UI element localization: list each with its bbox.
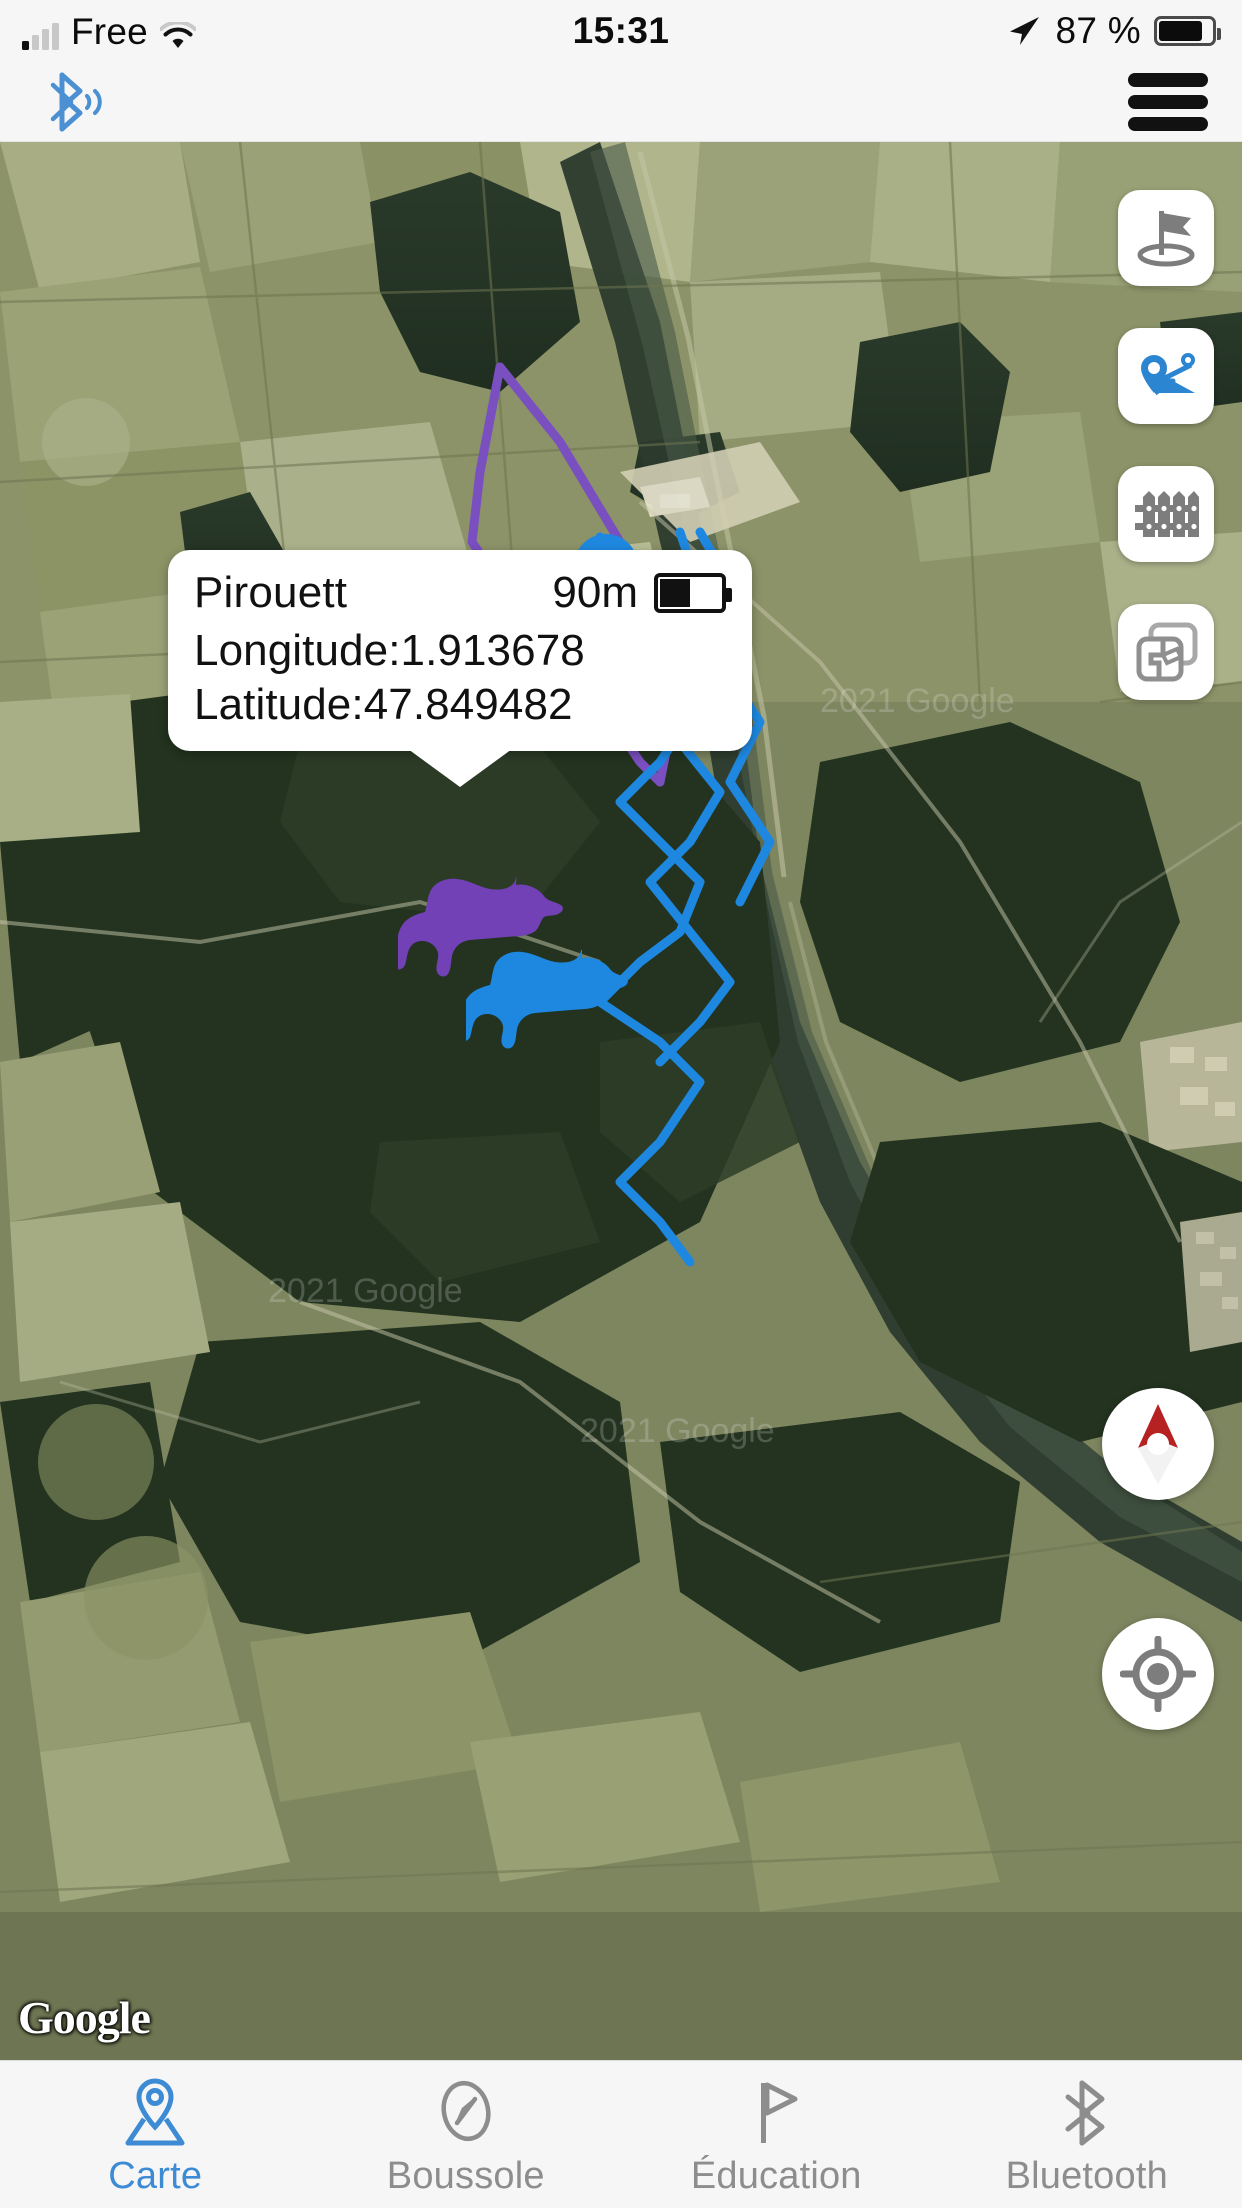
tab-label: Bluetooth [1005, 2155, 1168, 2197]
layers-icon [1136, 622, 1198, 682]
tab-label: Boussole [386, 2155, 545, 2197]
map-view[interactable]: Pirouett 90m Longitude:1.913678 Latitude… [0, 142, 1242, 2060]
tab-boussole[interactable]: Boussole [311, 2061, 622, 2208]
show-tracks-button[interactable] [1118, 328, 1214, 424]
tab-bluetooth[interactable]: Bluetooth [932, 2061, 1242, 2208]
status-bar: Free 15:31 87 % [0, 0, 1242, 62]
callout-dog-name: Pirouett [194, 568, 348, 617]
clock: 15:31 [572, 10, 670, 51]
map-pin-icon [125, 2078, 185, 2146]
compass-needle-icon [1138, 1404, 1178, 1484]
dog-marker-dog2[interactable] [466, 950, 634, 1052]
dog-info-callout[interactable]: Pirouett 90m Longitude:1.913678 Latitude… [168, 550, 752, 788]
callout-status-group: 90m [552, 568, 732, 618]
tab-label: Éducation [690, 2155, 862, 2197]
battery-icon [1154, 16, 1221, 46]
tab-carte[interactable]: Carte [0, 2061, 311, 2208]
virtual-fence-button[interactable] [1118, 466, 1214, 562]
flag-on-ground-icon [1137, 211, 1195, 267]
app-window: Free 15:31 87 % Pirouett 90m Longitude:1… [0, 0, 1242, 2208]
google-logo: Google [18, 1992, 151, 2043]
callout-longitude: Longitude:1.913678 [194, 626, 585, 675]
callout-header-row: Pirouett 90m [194, 568, 732, 618]
callout-distance: 90m [552, 568, 638, 617]
bluetooth-icon [1065, 2080, 1105, 2146]
bottom-tab-bar: Carte Boussole Éducation Bluetooth [0, 2060, 1242, 2208]
locate-me-button[interactable] [1102, 1618, 1214, 1730]
hamburger-menu-icon[interactable] [1128, 72, 1208, 131]
app-header [0, 62, 1242, 142]
crosshair-target-icon [1120, 1636, 1196, 1712]
flag-icon [761, 2082, 798, 2143]
map-layers-button[interactable] [1118, 604, 1214, 700]
compass-icon [441, 2080, 491, 2142]
place-flag-button[interactable] [1118, 190, 1214, 286]
compass-button[interactable] [1102, 1388, 1214, 1500]
fence-icon [1135, 491, 1199, 537]
callout-latitude: Latitude:47.849482 [194, 679, 573, 729]
collar-battery-icon [654, 573, 732, 613]
tab-label: Carte [108, 2155, 203, 2197]
route-pin-icon [1141, 353, 1195, 396]
bluetooth-connected-icon[interactable] [50, 69, 104, 135]
tab-education[interactable]: Éducation [621, 2061, 932, 2208]
map-controls-column [1118, 190, 1214, 700]
